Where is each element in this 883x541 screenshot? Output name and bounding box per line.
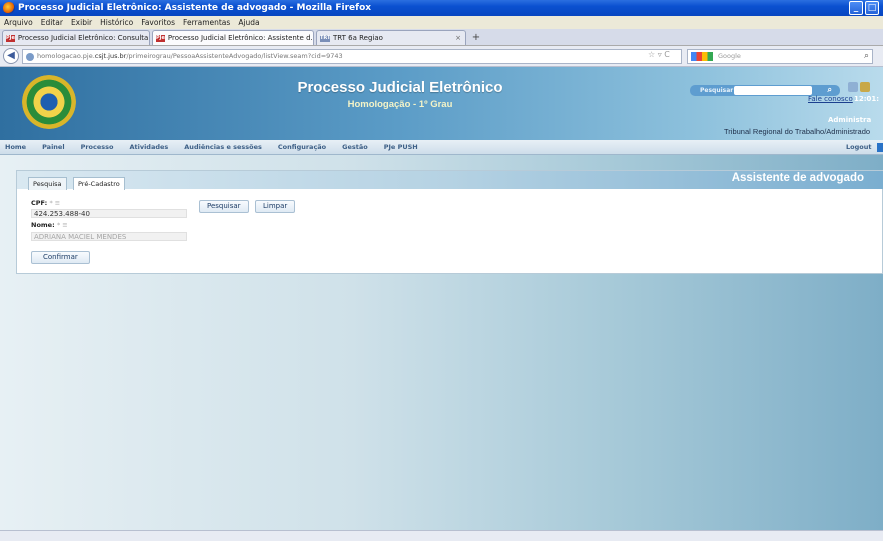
browser-tab-label: Processo Judicial Eletrônico: Consulta p… — [17, 34, 149, 42]
nav-atividades[interactable]: Atividades — [129, 143, 168, 151]
window-titlebar: Processo Judicial Eletrônico: Assistente… — [0, 0, 883, 16]
scroll-edge-icon — [877, 143, 883, 152]
close-tab-icon[interactable]: × — [455, 31, 461, 45]
session-clock: 12:01: — [854, 95, 880, 103]
browser-tab-assistente[interactable]: PJe Processo Judicial Eletrônico: Assist… — [152, 30, 314, 45]
pesquisar-button[interactable]: Pesquisar — [199, 200, 249, 213]
nome-label: Nome: * ≡ — [31, 221, 68, 229]
menu-ferramentas[interactable]: Ferramentas — [183, 16, 230, 29]
menu-exibir[interactable]: Exibir — [71, 16, 92, 29]
menu-favoritos[interactable]: Favoritos — [141, 16, 175, 29]
url-host: csjt.jus.br — [94, 52, 127, 60]
panel-title: Assistente de advogado — [731, 172, 864, 184]
search-placeholder: Google — [718, 52, 741, 60]
status-bar — [0, 530, 883, 541]
main-navigation: Home Painel Processo Atividades Audiênci… — [0, 140, 883, 155]
nav-home[interactable]: Home — [5, 143, 26, 151]
window-title: Processo Judicial Eletrônico: Assistente… — [18, 3, 372, 13]
nav-painel[interactable]: Painel — [42, 143, 64, 151]
menu-arquivo[interactable]: Arquivo — [4, 16, 33, 29]
nav-configuracao[interactable]: Configuração — [278, 143, 326, 151]
menu-ajuda[interactable]: Ajuda — [238, 16, 259, 29]
user-name: Administra — [828, 116, 872, 124]
reload-icon[interactable]: ☆ ▿ C — [648, 50, 670, 59]
new-tab-button[interactable]: + — [468, 32, 484, 45]
pre-cadastro-form: CPF: * ≡ 424.253.488-40 Nome: * ≡ ADRIAN… — [17, 189, 883, 275]
page-viewport: Processo Judicial Eletrônico Homologação… — [0, 67, 883, 541]
url-prefix: homologacao.pje. — [37, 52, 95, 60]
panel-header: Pesquisa Pré-Cadastro Assistente de advo… — [17, 171, 883, 190]
url-path: /primeirograu/PessoaAssistenteAdvogado/l… — [126, 52, 343, 60]
site-header: Processo Judicial Eletrônico Homologação… — [0, 67, 883, 140]
limpar-button[interactable]: Limpar — [255, 200, 296, 213]
minimize-button[interactable]: _ — [849, 1, 863, 15]
search-icon[interactable]: ⌕ — [828, 84, 832, 95]
pje-favicon: PJe — [156, 34, 165, 42]
nav-audiencias[interactable]: Audiências e sessões — [184, 143, 262, 151]
assistente-panel: Pesquisa Pré-Cadastro Assistente de advo… — [16, 170, 883, 274]
window-controls: _ □ — [849, 1, 879, 15]
nome-label-text: Nome: — [31, 221, 55, 229]
browser-tab-label: Processo Judicial Eletrônico: Assistente… — [167, 34, 314, 42]
firefox-icon — [3, 2, 15, 14]
menu-historico[interactable]: Histórico — [100, 16, 133, 29]
trt-favicon: TRT — [320, 34, 331, 42]
maximize-button[interactable]: □ — [865, 1, 879, 15]
navigation-toolbar: ◀ homologacao.pje.csjt.jus.br/primeirogr… — [0, 46, 883, 67]
browser-tab-trt[interactable]: TRT TRT 6a Regiao × — [316, 30, 466, 45]
search-icon[interactable]: ⌕ — [864, 50, 869, 63]
site-identity-icon[interactable] — [26, 53, 34, 61]
browser-tab-bar: PJe Processo Judicial Eletrônico: Consul… — [0, 29, 883, 46]
menu-bar: Arquivo Editar Exibir Histórico Favorito… — [0, 16, 883, 29]
menu-editar[interactable]: Editar — [41, 16, 63, 29]
web-search-input[interactable]: Google ⌕ — [687, 49, 873, 64]
header-icons — [848, 82, 870, 92]
pje-favicon: PJe — [6, 34, 15, 42]
url-bar[interactable]: homologacao.pje.csjt.jus.br/primeirograu… — [22, 49, 682, 64]
fale-conosco-link[interactable]: Fale conosco — [808, 95, 853, 103]
browser-tab-label: TRT 6a Regiao — [333, 34, 383, 42]
nav-gestao[interactable]: Gestão — [342, 143, 368, 151]
logout-link[interactable]: Logout — [846, 143, 871, 151]
cpf-field[interactable]: 424.253.488-40 — [31, 209, 187, 218]
system-subtitle: Homologação - 1º Grau — [347, 99, 453, 110]
system-title: Processo Judicial Eletrônico — [297, 79, 503, 96]
court-name: Tribunal Regional do Trabalho/Administra… — [724, 127, 871, 136]
font-size-icon[interactable] — [860, 82, 870, 92]
cpf-label: CPF: * ≡ — [31, 199, 60, 207]
google-engine-icon[interactable] — [691, 52, 713, 61]
back-button[interactable]: ◀ — [3, 48, 19, 64]
nav-processo[interactable]: Processo — [81, 143, 114, 151]
header-search-label: Pesquisar — [700, 87, 734, 94]
nome-field[interactable]: ADRIANA MACIEL MENDES — [31, 232, 187, 241]
browser-tab-consulta[interactable]: PJe Processo Judicial Eletrônico: Consul… — [2, 30, 150, 45]
required-marker: * ≡ — [56, 221, 68, 229]
nav-pje-push[interactable]: PJe PUSH — [384, 143, 418, 151]
required-marker: * ≡ — [49, 199, 61, 207]
confirmar-button[interactable]: Confirmar — [31, 251, 90, 264]
cpf-label-text: CPF: — [31, 199, 48, 207]
home-icon[interactable] — [848, 82, 858, 92]
header-search-input[interactable] — [734, 86, 812, 95]
